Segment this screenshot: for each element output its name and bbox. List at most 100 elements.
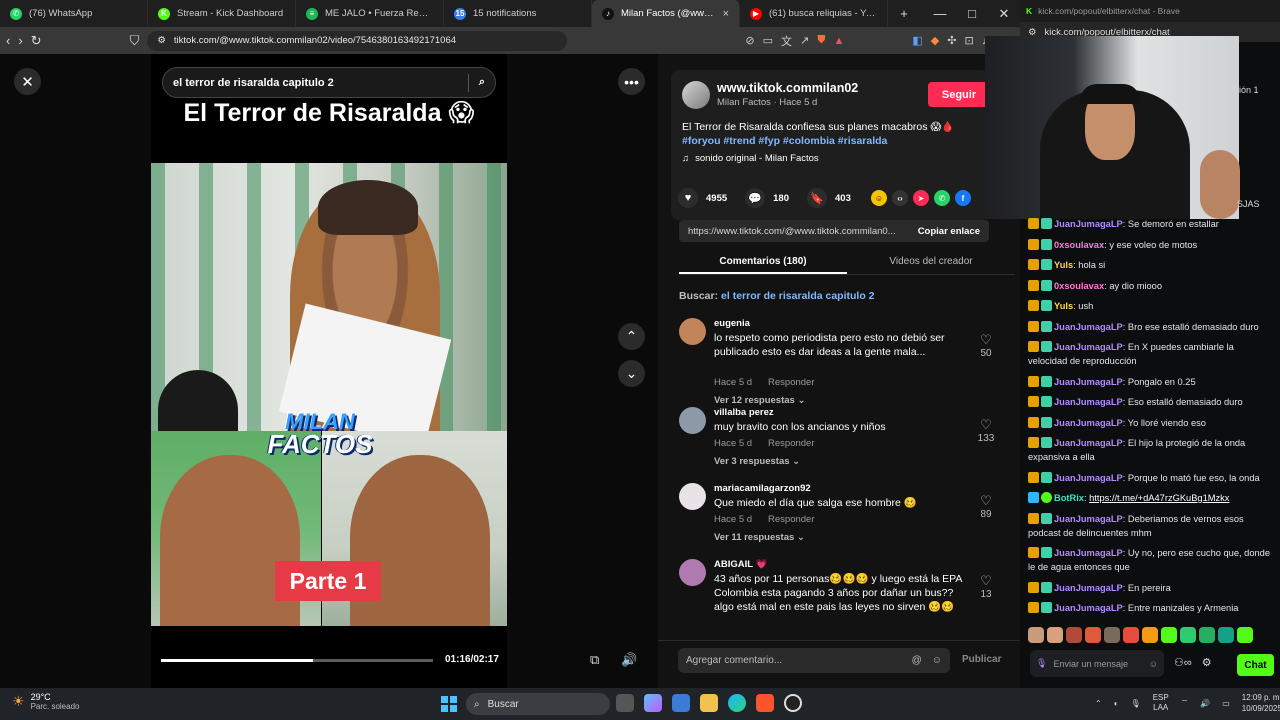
close-icon[interactable]: ✕ bbox=[14, 68, 41, 95]
share-icon[interactable]: ↗ bbox=[800, 34, 809, 47]
view-replies-button[interactable]: Ver 12 respuestas ⌄ bbox=[714, 395, 805, 406]
extension-2-icon[interactable]: ◆ bbox=[931, 34, 939, 47]
chat-username[interactable]: JuanJumagaLP bbox=[1054, 397, 1123, 407]
related-search-query[interactable]: el terror de risaralda capitulo 2 bbox=[721, 290, 874, 302]
comment-like[interactable]: ♡ 13 bbox=[975, 573, 997, 600]
follow-button[interactable]: Seguir bbox=[928, 82, 990, 107]
chat-username[interactable]: 0xsoulavax bbox=[1054, 281, 1104, 291]
chat-username[interactable]: 0xsoulavax bbox=[1054, 240, 1104, 250]
comment-like[interactable]: ♡ 89 bbox=[975, 493, 997, 520]
emote-icon[interactable] bbox=[1199, 627, 1215, 643]
taskbar-search[interactable]: ⌕ Buscar bbox=[466, 693, 610, 715]
browser-tab-5[interactable]: ▶ (61) busca reliquias - YouTube bbox=[740, 0, 888, 27]
author-name[interactable]: www.tiktok.commilan02 bbox=[717, 81, 858, 95]
task-view-icon[interactable] bbox=[616, 694, 634, 712]
send-icon[interactable]: ➤ bbox=[913, 190, 929, 206]
related-search[interactable]: Buscar: el terror de risaralda capitulo … bbox=[679, 290, 875, 302]
embed-icon[interactable]: ‹› bbox=[892, 190, 908, 206]
url-field[interactable]: ⚙ tiktok.com/@www.tiktok.commilan02/vide… bbox=[147, 30, 568, 51]
browser-tab-1[interactable]: K Stream - Kick Dashboard bbox=[148, 0, 296, 27]
reply-button[interactable]: Responder bbox=[768, 438, 814, 449]
emote-icon[interactable] bbox=[1066, 627, 1082, 643]
emote-icon[interactable] bbox=[1161, 627, 1177, 643]
emote-icon[interactable] bbox=[1123, 627, 1139, 643]
chat-username[interactable]: JuanJumagaLP bbox=[1054, 377, 1123, 387]
language-indicator[interactable]: ESP LAA bbox=[1153, 693, 1169, 713]
back-icon[interactable]: ‹ bbox=[6, 33, 10, 48]
emote-icon[interactable] bbox=[1142, 627, 1158, 643]
view-replies-button[interactable]: Ver 3 respuestas ⌄ bbox=[714, 456, 800, 467]
reply-button[interactable]: Responder bbox=[768, 514, 814, 525]
bookmark-icon[interactable]: ⛉ bbox=[130, 33, 140, 49]
chat-input[interactable]: 🎙 Enviar un mensaje ☺ bbox=[1030, 650, 1164, 677]
video-search-query[interactable]: el terror de risaralda capitulo 2 bbox=[173, 77, 458, 89]
tray-overflow-icon[interactable]: ⌃ bbox=[1095, 699, 1102, 708]
chat-username[interactable]: JuanJumagaLP bbox=[1054, 322, 1123, 332]
file-explorer-icon[interactable] bbox=[700, 694, 718, 712]
chat-settings-icon[interactable]: ⚙ bbox=[1202, 656, 1212, 669]
chat-username[interactable]: JuanJumagaLP bbox=[1054, 219, 1123, 229]
emote-icon[interactable] bbox=[1237, 627, 1253, 643]
minimize-icon[interactable]: — bbox=[924, 6, 956, 21]
emote-icon[interactable] bbox=[1047, 627, 1063, 643]
screenshot-icon[interactable]: ⊡ bbox=[964, 34, 973, 47]
commenter-avatar[interactable] bbox=[679, 407, 706, 434]
save-icon[interactable]: 🔖 bbox=[807, 188, 827, 208]
video-link[interactable]: https://www.tiktok.com/@www.tiktok.commi… bbox=[679, 226, 909, 237]
volume-tray-icon[interactable]: 🔊 bbox=[1200, 699, 1210, 708]
no-tracking-icon[interactable]: ⊘ bbox=[745, 34, 754, 47]
tab-comments[interactable]: Comentarios (180) bbox=[679, 249, 847, 274]
windows-start-icon[interactable] bbox=[441, 696, 457, 712]
chat-username[interactable]: JuanJumagaLP bbox=[1054, 603, 1123, 613]
chat-username[interactable]: JuanJumagaLP bbox=[1054, 514, 1123, 524]
extension-1-icon[interactable]: ◧ bbox=[912, 34, 922, 47]
view-replies-button[interactable]: Ver 11 respuestas ⌄ bbox=[714, 532, 805, 543]
copilot-icon[interactable] bbox=[644, 694, 662, 712]
obs-icon[interactable] bbox=[784, 694, 802, 712]
network-icon[interactable]: ⌔ bbox=[1181, 698, 1189, 708]
browser-tab-4[interactable]: ♪ Milan Factos (@www.tik × bbox=[592, 0, 740, 27]
emote-icon[interactable] bbox=[1028, 627, 1044, 643]
tray-app-icon[interactable]: ◐ bbox=[1114, 699, 1119, 708]
commenter-name[interactable]: ABIGAIL 💗 bbox=[714, 559, 767, 570]
new-tab-button[interactable]: + bbox=[888, 6, 920, 21]
tray-mic-icon[interactable]: 🎙 bbox=[1131, 699, 1141, 708]
reload-icon[interactable]: ↻ bbox=[31, 33, 42, 49]
reply-button[interactable]: Responder bbox=[768, 377, 814, 388]
emote-icon[interactable] bbox=[1218, 627, 1234, 643]
clock[interactable]: 12:09 p. m. 10/09/2025 bbox=[1242, 692, 1280, 714]
mention-icon[interactable]: @ bbox=[912, 655, 922, 666]
emote-icon[interactable] bbox=[1104, 627, 1120, 643]
chat-username[interactable]: Yuls bbox=[1054, 260, 1073, 270]
chat-username[interactable]: JuanJumagaLP bbox=[1054, 342, 1123, 352]
picture-in-picture-icon[interactable]: ⧉ bbox=[590, 652, 599, 668]
comment-icon[interactable]: 💬 bbox=[745, 188, 766, 208]
tab-creator-videos[interactable]: Videos del creador bbox=[847, 249, 1015, 274]
chat-username[interactable]: JuanJumagaLP bbox=[1054, 473, 1123, 483]
chat-link[interactable]: https://t.me/+dA47rzGKuBg1Mzkx bbox=[1089, 493, 1229, 503]
facebook-share-icon[interactable]: f bbox=[955, 190, 971, 206]
video-search-box[interactable]: el terror de risaralda capitulo 2 ⌕ bbox=[162, 67, 496, 98]
brave-shield-icon[interactable]: ⛊ bbox=[817, 34, 825, 47]
store-icon[interactable] bbox=[672, 694, 690, 712]
music-info[interactable]: ♫ sonido original - Milan Factos bbox=[682, 153, 819, 164]
emote-icon[interactable] bbox=[1180, 627, 1196, 643]
weather-widget[interactable]: ☀ 29°C Parc. soleado bbox=[12, 692, 79, 711]
volume-icon[interactable]: 🔊 bbox=[621, 652, 637, 668]
chat-username[interactable]: BotRix bbox=[1054, 493, 1084, 503]
search-icon[interactable]: ⌕ bbox=[479, 76, 485, 89]
chat-username[interactable]: JuanJumagaLP bbox=[1054, 548, 1123, 558]
emote-icon[interactable] bbox=[1085, 627, 1101, 643]
previous-video-icon[interactable]: ⌃ bbox=[618, 323, 645, 350]
emoji-icon[interactable]: ☺ bbox=[932, 655, 942, 666]
friends-icon[interactable]: ☺ bbox=[871, 190, 887, 206]
chat-username[interactable]: JuanJumagaLP bbox=[1054, 583, 1123, 593]
brave-icon[interactable] bbox=[756, 694, 774, 712]
commenter-name[interactable]: villalba perez bbox=[714, 407, 774, 418]
like-icon[interactable]: ♥ bbox=[678, 188, 698, 208]
author-avatar[interactable] bbox=[682, 81, 710, 109]
publish-button[interactable]: Publicar bbox=[962, 654, 1001, 665]
chat-username[interactable]: JuanJumagaLP bbox=[1054, 438, 1123, 448]
edge-icon[interactable] bbox=[728, 694, 746, 712]
maximize-icon[interactable]: □ bbox=[956, 6, 988, 21]
